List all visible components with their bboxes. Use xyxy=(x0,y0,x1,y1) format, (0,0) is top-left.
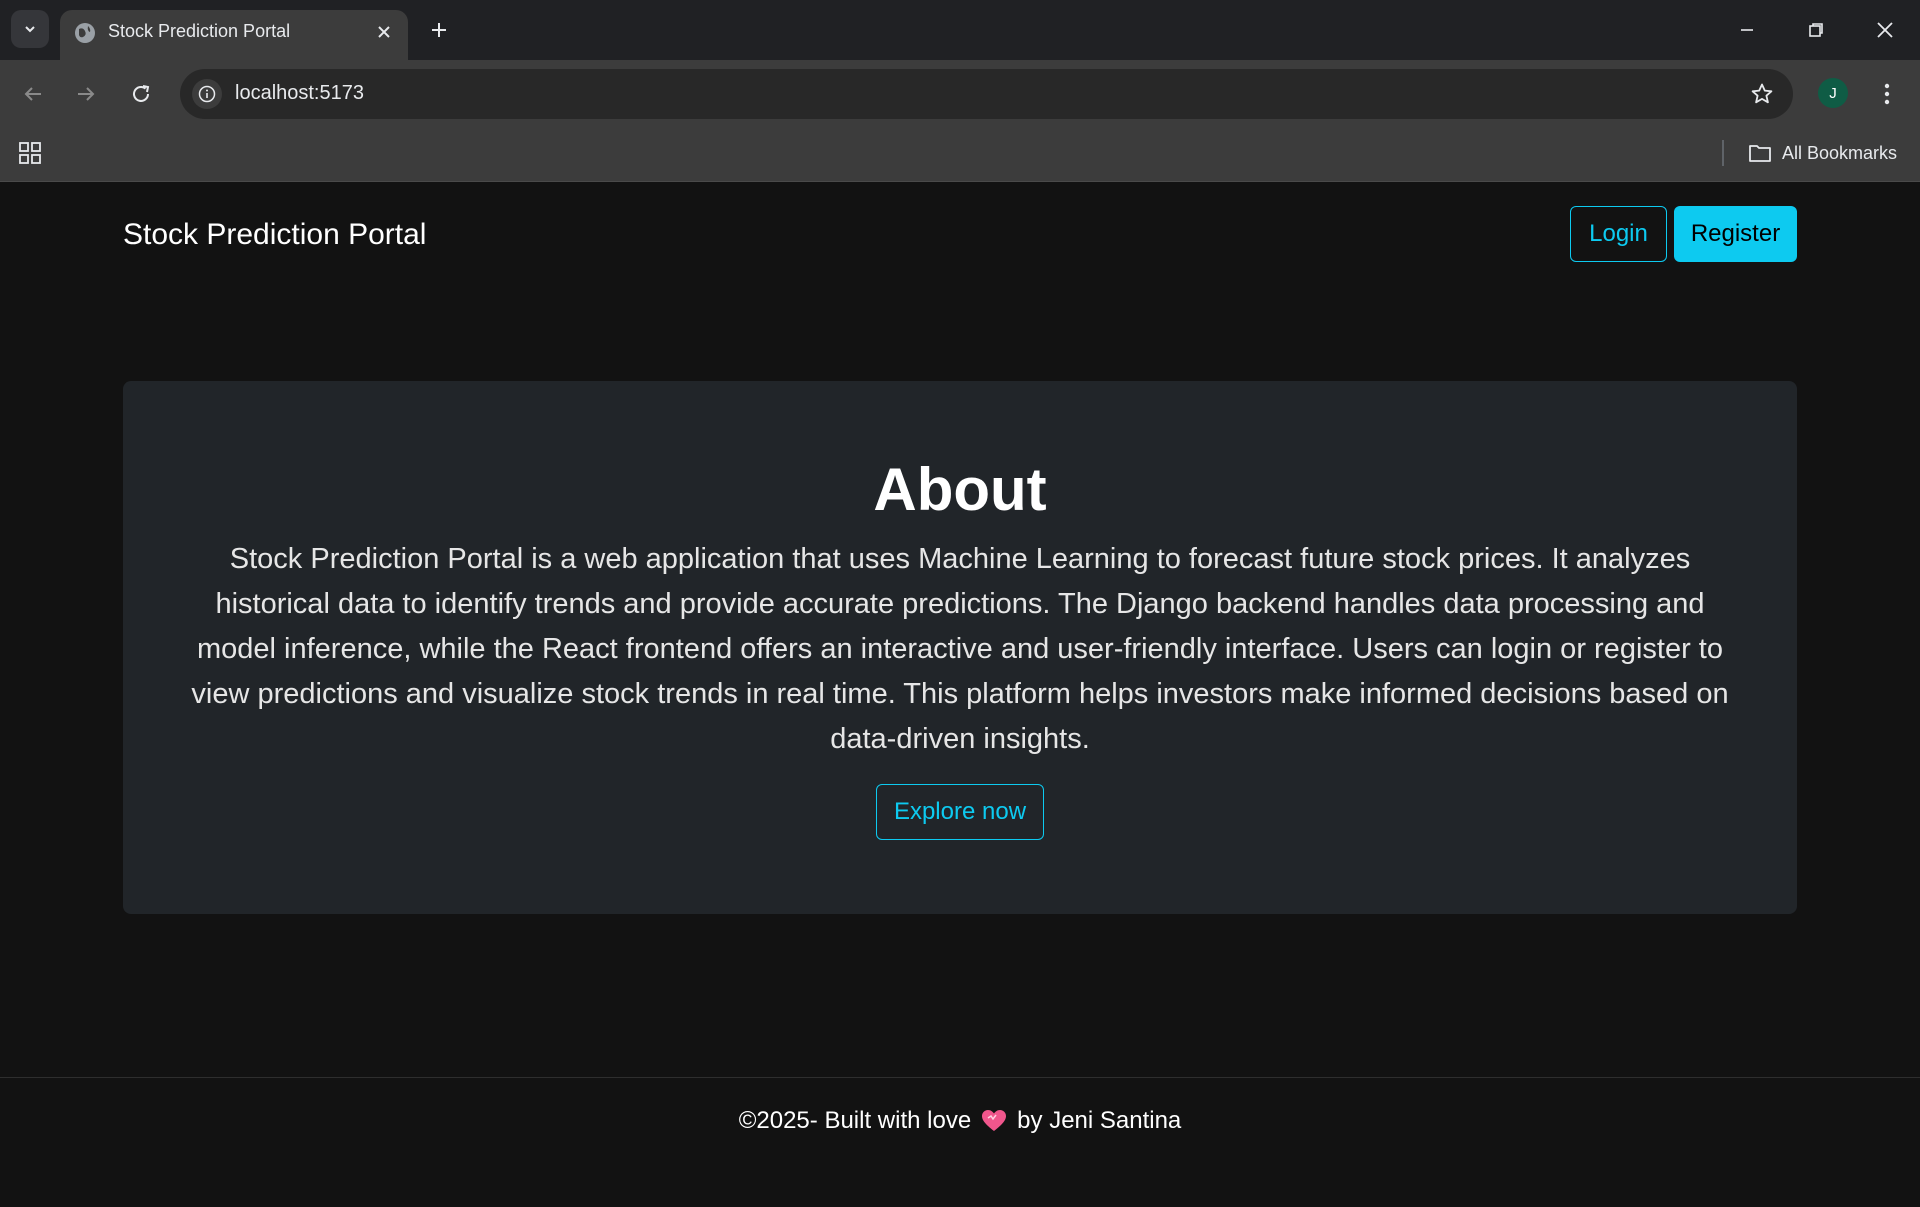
restore-icon[interactable] xyxy=(1800,14,1832,46)
login-button[interactable]: Login xyxy=(1570,206,1667,262)
chevron-down-icon xyxy=(25,26,35,33)
apps-grid-icon[interactable] xyxy=(18,141,42,165)
footer-text-prefix: ©2025- Built with love xyxy=(738,1107,972,1134)
tab-title: Stock Prediction Portal xyxy=(108,21,291,41)
profile-avatar[interactable]: J xyxy=(1818,78,1848,108)
explore-now-button[interactable]: Explore now xyxy=(876,784,1044,840)
footer-divider xyxy=(0,1077,1920,1078)
all-bookmarks-label: All Bookmarks xyxy=(1782,142,1898,163)
address-bar[interactable]: localhost:5173 xyxy=(180,69,1793,119)
browser-tab[interactable]: Stock Prediction Portal xyxy=(60,10,408,60)
about-description: Stock Prediction Portal is a web applica… xyxy=(191,543,1729,755)
page-content: Stock Prediction Portal Login Register A… xyxy=(0,182,1920,1207)
bookmark-star-icon[interactable] xyxy=(1749,81,1775,107)
all-bookmarks-button[interactable]: All Bookmarks xyxy=(1748,138,1897,168)
register-button[interactable]: Register xyxy=(1674,206,1797,262)
new-tab-plus-icon[interactable] xyxy=(425,16,453,44)
tab-search-button[interactable] xyxy=(11,10,49,48)
close-window-icon[interactable] xyxy=(1869,14,1901,46)
url-text: localhost:5173 xyxy=(235,82,364,104)
navbar-brand[interactable]: Stock Prediction Portal xyxy=(123,218,426,252)
bookmarks-separator xyxy=(1722,140,1724,166)
folder-icon xyxy=(1749,145,1771,162)
browser-tab-bar: Stock Prediction Portal xyxy=(0,0,1920,60)
tab-close-icon[interactable] xyxy=(372,20,396,44)
more-menu-icon[interactable] xyxy=(1872,76,1902,112)
forward-arrow-icon[interactable] xyxy=(68,76,104,112)
globe-icon xyxy=(75,23,95,43)
bookmarks-bar: All Bookmarks xyxy=(0,128,1920,182)
about-card: About Stock Prediction Portal is a web a… xyxy=(123,381,1797,914)
footer-text-suffix: by Jeni Santina xyxy=(1017,1107,1182,1134)
browser-toolbar: localhost:5173 J xyxy=(0,60,1920,128)
heart-icon xyxy=(982,1110,1007,1131)
back-arrow-icon[interactable] xyxy=(15,76,51,112)
footer: ©2025- Built with love by Jeni Santina xyxy=(0,1107,1920,1135)
site-info-icon[interactable] xyxy=(192,79,222,109)
minimize-icon[interactable] xyxy=(1731,14,1763,46)
reload-icon[interactable] xyxy=(123,76,159,112)
about-title: About xyxy=(873,456,1047,523)
